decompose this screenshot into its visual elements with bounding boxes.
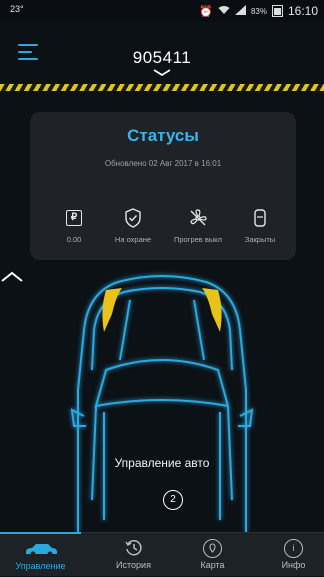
nav-control[interactable]: Управление bbox=[0, 532, 81, 577]
chevron-up-icon[interactable] bbox=[0, 270, 24, 282]
info-icon: i bbox=[284, 538, 303, 558]
status-doors-label: Закрыты bbox=[244, 235, 276, 244]
shield-check-icon bbox=[125, 208, 141, 228]
lock-icon bbox=[254, 209, 266, 227]
nav-info[interactable]: i Инфо bbox=[253, 533, 324, 576]
status-doors: Закрыты bbox=[230, 207, 290, 244]
status-temperature: 23° bbox=[10, 4, 24, 14]
history-icon bbox=[124, 540, 142, 556]
status-updated-text: Обновлено 02 Авг 2017 в 16:01 bbox=[104, 159, 222, 168]
ruble-icon: ₽ bbox=[66, 210, 82, 226]
signal-icon bbox=[234, 4, 246, 18]
status-balance: ₽ 0.00 bbox=[44, 207, 104, 244]
app-header: 905411 bbox=[0, 22, 324, 82]
nav-history-label: История bbox=[116, 560, 151, 570]
car-icon bbox=[25, 544, 57, 556]
map-pin-icon bbox=[203, 538, 222, 558]
status-preheat-label: Прогрев выкл bbox=[174, 235, 222, 244]
bottom-nav: Управление История Карта i Инфо bbox=[0, 532, 324, 576]
status-bar: 23° ⏰ 83% 16:10 bbox=[0, 0, 324, 22]
nav-info-label: Инфо bbox=[281, 560, 306, 570]
car-illustration: Управление авто 2 bbox=[0, 270, 324, 532]
nav-control-label: Управление bbox=[15, 561, 66, 571]
status-security: На охране bbox=[103, 207, 163, 244]
car-outline bbox=[70, 275, 254, 532]
status-preheat: Прогрев выкл bbox=[168, 207, 228, 244]
status-card: Статусы Обновлено 02 Авг 2017 в 16:01 ₽ … bbox=[30, 112, 296, 260]
status-card-title: Статусы bbox=[127, 126, 199, 145]
nav-map[interactable]: Карта bbox=[172, 533, 253, 576]
nav-map-label: Карта bbox=[200, 560, 225, 570]
battery-percent: 83% bbox=[250, 6, 267, 16]
battery-icon bbox=[271, 5, 283, 17]
car-control-label[interactable]: Управление авто bbox=[112, 456, 212, 471]
status-balance-label: 0.00 bbox=[66, 235, 82, 244]
status-time: 16:10 bbox=[287, 4, 318, 18]
wifi-icon bbox=[218, 5, 230, 18]
fan-off-icon bbox=[190, 209, 207, 226]
hazard-stripe bbox=[0, 84, 324, 91]
nav-history[interactable]: История bbox=[93, 533, 174, 576]
chevron-down-icon[interactable] bbox=[152, 69, 172, 77]
alarm-clock-icon: ⏰ bbox=[199, 5, 213, 18]
car-selector-title[interactable]: 905411 bbox=[0, 48, 324, 68]
status-right-group: ⏰ 83% 16:10 bbox=[199, 4, 318, 18]
car-control-badge: 2 bbox=[163, 490, 183, 510]
status-security-label: На охране bbox=[114, 235, 152, 244]
